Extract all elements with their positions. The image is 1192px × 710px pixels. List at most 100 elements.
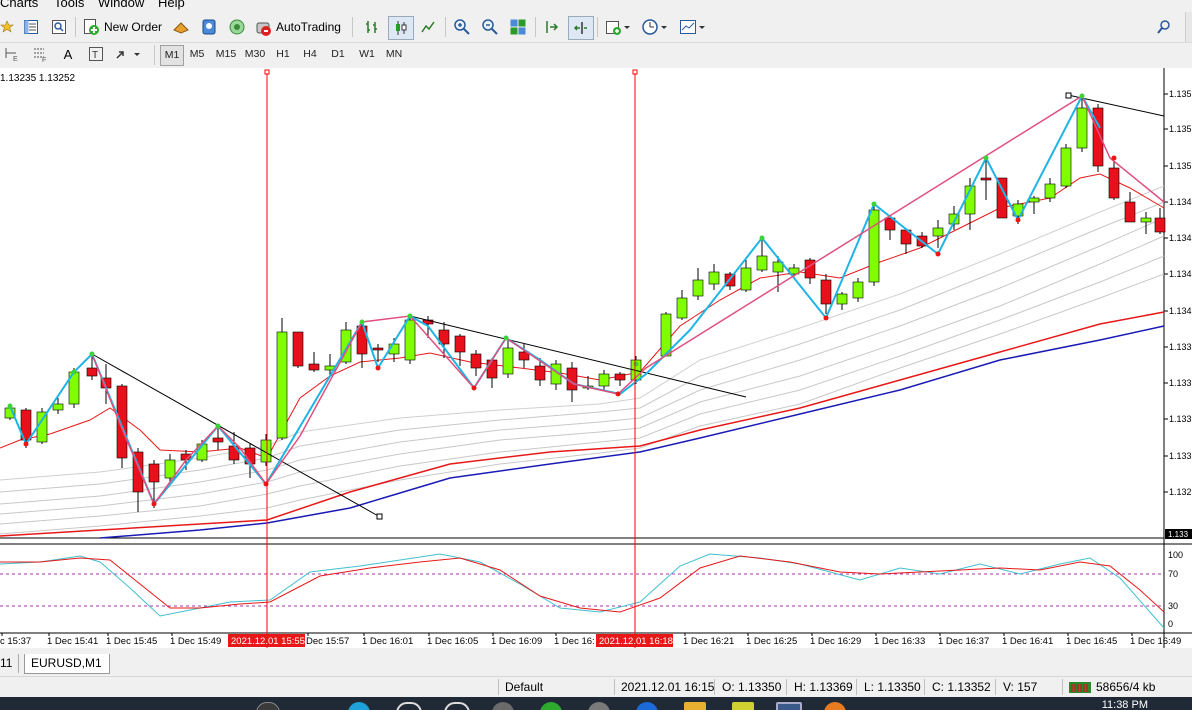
- candle: [454, 334, 466, 366]
- taskbar-app2-icon[interactable]: [492, 702, 514, 710]
- status-datetime: 2021.12.01 16:15: [621, 680, 715, 694]
- vline-label-1: 2021.12.01 15:55: [231, 636, 305, 647]
- status-traffic-text: 58656/4 kb: [1096, 680, 1156, 694]
- new-order-icon: [82, 18, 100, 36]
- zoom-in-icon[interactable]: [450, 16, 474, 38]
- indicators-icon[interactable]: [602, 16, 634, 38]
- ma-band-6: [0, 185, 1165, 481]
- templates-icon[interactable]: [676, 16, 710, 38]
- tile-icon[interactable]: [506, 16, 530, 38]
- candle: [852, 278, 864, 302]
- pivot-low: [471, 385, 477, 391]
- time-label: 1 Dec 15:41: [47, 636, 98, 647]
- timeframe-w1[interactable]: W1: [356, 45, 378, 64]
- trendline-3-handle[interactable]: [1065, 92, 1072, 99]
- chart-window[interactable]: 1.13235 1.13252 1.135 1.135 1.135 1.134 1.13…: [0, 68, 1192, 648]
- osc-level-label: 30: [1168, 601, 1178, 611]
- time-label: 1 Dec 15:49: [170, 636, 221, 647]
- candle: [1060, 144, 1072, 188]
- menu-window[interactable]: Window: [98, 0, 144, 10]
- strategy-tester-icon[interactable]: [170, 16, 192, 38]
- line-chart-icon[interactable]: [416, 16, 440, 38]
- timeframe-h1[interactable]: H1: [272, 45, 294, 64]
- trendline-1-handle[interactable]: [376, 513, 383, 520]
- fib-icon[interactable]: F: [30, 43, 50, 65]
- bar-chart-icon[interactable]: [360, 16, 384, 38]
- oscillator-axis: 100 70 30 0: [1168, 550, 1183, 629]
- vertical-line-1[interactable]: [264, 69, 270, 648]
- menu-charts[interactable]: Charts: [0, 0, 38, 10]
- taskbar-mt4-icon[interactable]: [776, 702, 802, 710]
- pivot-low: [935, 251, 941, 257]
- timeframe-m1[interactable]: M1: [160, 45, 184, 66]
- price-label: 1.133: [1169, 342, 1192, 352]
- ma-band-2: [0, 255, 1165, 525]
- new-order-button[interactable]: New Order: [82, 16, 164, 38]
- pivot-high: [89, 351, 95, 357]
- timeframe-h4[interactable]: H4: [299, 45, 321, 64]
- taskbar-folder-icon[interactable]: [684, 702, 706, 710]
- shift-icon[interactable]: [568, 16, 594, 40]
- menu-help[interactable]: Help: [158, 0, 185, 10]
- autotrading-button[interactable]: AutoTrading: [254, 16, 346, 38]
- radio-icon[interactable]: [226, 16, 248, 38]
- cursor-icon[interactable]: E: [2, 43, 22, 65]
- taskbar-app6-icon[interactable]: [824, 702, 846, 710]
- tab-prev[interactable]: 11: [0, 654, 19, 673]
- taskbar-app3-icon[interactable]: [588, 702, 610, 710]
- taskbar-edge-icon[interactable]: [348, 702, 370, 710]
- candle-chart-icon[interactable]: [388, 16, 414, 40]
- ma-blue: [99, 325, 1165, 539]
- text-icon[interactable]: A: [58, 43, 78, 65]
- candle: [614, 372, 626, 386]
- search-icon[interactable]: [1154, 16, 1174, 38]
- svg-text:T: T: [92, 50, 98, 61]
- taskbar-search-icon[interactable]: [256, 702, 280, 710]
- price-label: 1.133: [1169, 451, 1192, 461]
- time-label: 1 Dec 16:09: [491, 636, 542, 647]
- market-watch-icon[interactable]: [20, 16, 42, 38]
- zoom-window-icon[interactable]: [48, 16, 70, 38]
- status-close: C: 1.13352: [932, 680, 991, 694]
- candle: [276, 318, 288, 440]
- price-label: 1.134: [1169, 306, 1192, 316]
- taskbar-app5-icon[interactable]: [732, 702, 754, 710]
- candle: [740, 260, 752, 292]
- time-label: 1 Dec 16:21: [683, 636, 734, 647]
- label-icon[interactable]: T: [86, 43, 106, 65]
- connection-bars-icon: [1069, 681, 1091, 693]
- taskbar-app4-icon[interactable]: [636, 702, 658, 710]
- candle: [292, 331, 304, 368]
- taskbar-app-icon[interactable]: [444, 702, 470, 710]
- timeframe-m5[interactable]: M5: [186, 45, 208, 64]
- signals-icon[interactable]: [198, 16, 220, 38]
- time-label: 1 Dec 16:33: [874, 636, 925, 647]
- star-icon[interactable]: [0, 16, 14, 38]
- tab-eurusd-m1[interactable]: EURUSD,M1: [24, 654, 110, 674]
- taskbar-whatsapp-icon[interactable]: [540, 702, 562, 710]
- timeframe-m30[interactable]: M30: [242, 45, 268, 64]
- arrow-icon[interactable]: [112, 43, 146, 65]
- price-label: 1.134: [1169, 197, 1192, 207]
- timeframe-mn[interactable]: MN: [383, 45, 405, 64]
- price-chart[interactable]: 1.13235 1.13252 1.1351.1351.1351.1341.13…: [0, 68, 1192, 648]
- time-label: 1 Dec 16:25: [746, 636, 797, 647]
- svg-text:E: E: [13, 56, 18, 63]
- timeframe-d1[interactable]: D1: [327, 45, 349, 64]
- scroll-icon[interactable]: [540, 16, 564, 38]
- time-label: 1 Dec 16:49: [1130, 636, 1181, 647]
- osc-level-label: 70: [1168, 569, 1178, 579]
- taskbar-settings-icon[interactable]: [396, 702, 422, 710]
- timeframe-m15[interactable]: M15: [213, 45, 239, 64]
- os-taskbar: 11:38 PM: [0, 697, 1192, 710]
- periods-icon[interactable]: [638, 16, 672, 38]
- pivot-high: [633, 361, 639, 367]
- stoch-signal-line: [0, 555, 1165, 613]
- zoom-out-icon[interactable]: [478, 16, 502, 38]
- standard-toolbar: New Order AutoTrading: [0, 12, 1192, 43]
- price-label: 1.133: [1169, 378, 1192, 388]
- candle: [836, 292, 848, 310]
- status-open: O: 1.13350: [722, 680, 782, 694]
- pivot-low: [615, 391, 621, 397]
- menu-tools[interactable]: Tools: [54, 0, 84, 10]
